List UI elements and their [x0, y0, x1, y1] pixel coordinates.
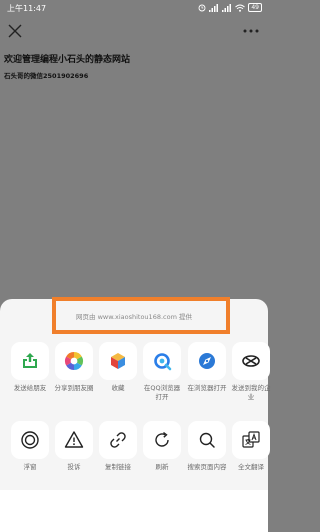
work-icon: [242, 355, 260, 367]
translate-tile: [232, 421, 270, 459]
moments-icon: [64, 352, 84, 370]
more-options-icon[interactable]: [242, 24, 260, 38]
copy-link-tile: [99, 421, 137, 459]
browser-icon: [199, 353, 215, 369]
search-icon: [199, 432, 215, 448]
signal-icon-2: [222, 3, 232, 12]
translate-icon: [242, 431, 260, 448]
report-tile: [55, 421, 93, 459]
item-label: 刷新: [155, 463, 169, 471]
item-label: 搜索页面内容: [187, 463, 227, 471]
qq-browser-icon: [154, 353, 172, 371]
qq-browser-tile: [143, 342, 181, 380]
refresh-icon: [155, 431, 169, 447]
item-label: 发送给朋友: [13, 384, 47, 392]
item-label: 在浏览器打开: [187, 384, 227, 392]
share-row: 发送给朋友 分享到朋友圈 收藏 在QQ浏览器打开 在浏览器打开 发送到我的企业: [0, 342, 271, 432]
send-to-work-button[interactable]: 发送到我的企业: [226, 342, 276, 402]
float-window-button[interactable]: 浮窗: [5, 421, 55, 472]
favorite-tile: [99, 342, 137, 380]
moments-tile: [55, 342, 93, 380]
copy-link-button[interactable]: 复制链接: [93, 421, 143, 472]
wifi-icon: [235, 4, 246, 12]
share-to-friend-button[interactable]: 发送给朋友: [5, 342, 55, 393]
share-tile: [11, 342, 49, 380]
open-in-qq-browser-button[interactable]: 在QQ浏览器打开: [137, 342, 187, 402]
item-label: 在QQ浏览器打开: [143, 384, 181, 401]
share-to-moments-button[interactable]: 分享到朋友圈: [49, 342, 99, 393]
translate-button[interactable]: 全文翻译: [226, 421, 276, 472]
action-row: 浮窗 投诉 复制链接 刷新 搜索页面内容 全文翻译: [0, 421, 270, 511]
status-time: 上午11:47: [7, 4, 47, 13]
item-label: 投诉: [67, 463, 81, 471]
warning-icon: [64, 431, 84, 448]
alarm-icon: [198, 4, 206, 11]
page-title: 欢迎管理编程小石头的静态网站: [4, 55, 131, 65]
item-label: 全文翻译: [238, 463, 264, 471]
item-label: 浮窗: [23, 463, 37, 471]
refresh-tile: [143, 421, 181, 459]
open-in-browser-button[interactable]: 在浏览器打开: [182, 342, 232, 393]
link-icon: [110, 432, 126, 448]
work-tile: [232, 342, 270, 380]
status-icons: 49: [198, 3, 262, 12]
browser-tile: [188, 342, 226, 380]
page-subtitle: 石头哥的微信2501902696: [4, 72, 89, 80]
float-window-icon: [21, 431, 39, 449]
favorite-icon: [111, 353, 125, 369]
search-page-button[interactable]: 搜索页面内容: [182, 421, 232, 472]
battery-level: 49: [248, 3, 262, 12]
report-button[interactable]: 投诉: [49, 421, 99, 472]
close-icon[interactable]: [6, 22, 24, 40]
favorite-button[interactable]: 收藏: [93, 342, 143, 393]
item-label: 复制链接: [105, 463, 131, 471]
item-label: 发送到我的企业: [231, 384, 271, 401]
item-label: 分享到朋友圈: [54, 384, 94, 392]
provider-text: 网页由 www.xiaoshitou168.com 提供: [76, 313, 192, 321]
refresh-button[interactable]: 刷新: [137, 421, 187, 472]
search-tile: [188, 421, 226, 459]
nav-bar: [0, 16, 268, 48]
share-icon: [23, 353, 37, 368]
float-window-tile: [11, 421, 49, 459]
status-bar: 上午11:47 49: [0, 0, 268, 16]
signal-icon: [209, 3, 219, 12]
item-label: 收藏: [111, 384, 125, 392]
